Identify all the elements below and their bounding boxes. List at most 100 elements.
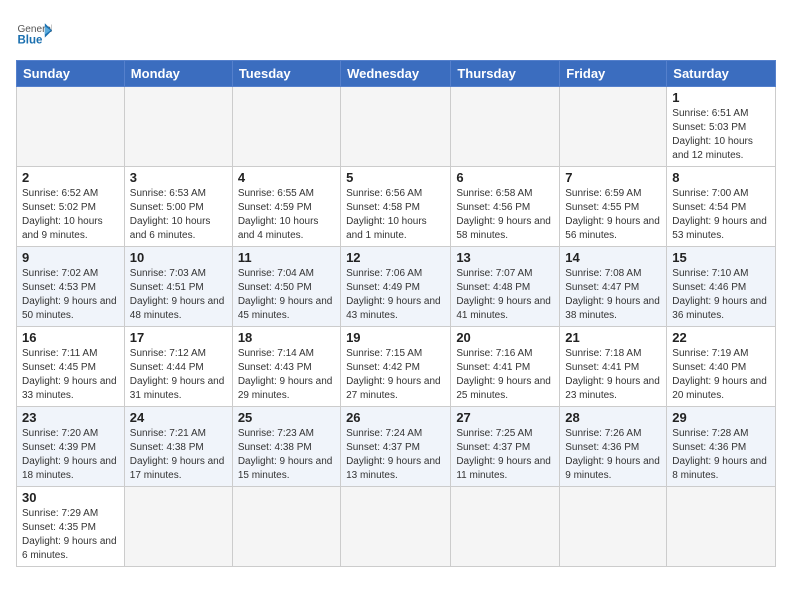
calendar-cell: 27 Sunrise: 7:25 AM Sunset: 4:37 PM Dayli… xyxy=(451,407,560,487)
day-info: Sunrise: 7:10 AM Sunset: 4:46 PM Dayligh… xyxy=(672,267,770,323)
day-info: Sunrise: 6:51 AM Sunset: 5:03 PM Dayligh… xyxy=(672,107,770,163)
calendar-cell xyxy=(124,87,232,167)
calendar-cell: 8Sunrise: 7:00 AM Sunset: 4:54 PM Daylig… xyxy=(667,167,776,247)
day-info: Sunrise: 6:52 AM Sunset: 5:02 PM Dayligh… xyxy=(22,187,119,243)
day-number: 10 xyxy=(130,250,227,265)
col-header-saturday: Saturday xyxy=(667,61,776,87)
day-info: Sunrise: 7:02 AM Sunset: 4:53 PM Dayligh… xyxy=(22,267,119,323)
calendar-cell xyxy=(232,487,340,567)
day-info: Sunrise: 7:12 AM Sunset: 4:44 PM Dayligh… xyxy=(130,347,227,403)
calendar-cell: 7 Sunrise: 6:59 AM Sunset: 4:55 PM Daylig… xyxy=(560,167,667,247)
calendar-cell: 22 Sunrise: 7:19 AM Sunset: 4:40 PM Dayli… xyxy=(667,327,776,407)
calendar-cell: 29 Sunrise: 7:28 AM Sunset: 4:36 PM Dayli… xyxy=(667,407,776,487)
day-info: Sunrise: 6:53 AM Sunset: 5:00 PM Dayligh… xyxy=(130,187,227,243)
calendar-cell xyxy=(451,87,560,167)
day-info: Sunrise: 7:28 AM Sunset: 4:36 PM Dayligh… xyxy=(672,427,770,483)
day-info: Sunrise: 7:07 AM Sunset: 4:48 PM Dayligh… xyxy=(456,267,554,323)
calendar-row-5: 30 Sunrise: 7:29 AM Sunset: 4:35 PM Dayli… xyxy=(17,487,776,567)
day-info: Sunrise: 7:11 AM Sunset: 4:45 PM Dayligh… xyxy=(22,347,119,403)
calendar-cell: 10 Sunrise: 7:03 AM Sunset: 4:51 PM Dayli… xyxy=(124,247,232,327)
day-number: 8 xyxy=(672,170,770,185)
day-info: Sunrise: 7:20 AM Sunset: 4:39 PM Dayligh… xyxy=(22,427,119,483)
calendar-table: SundayMondayTuesdayWednesdayThursdayFrid… xyxy=(16,60,776,567)
day-info: Sunrise: 6:59 AM Sunset: 4:55 PM Dayligh… xyxy=(565,187,661,243)
day-number: 3 xyxy=(130,170,227,185)
day-number: 26 xyxy=(346,410,445,425)
calendar-row-2: 9 Sunrise: 7:02 AM Sunset: 4:53 PM Daylig… xyxy=(17,247,776,327)
day-number: 1 xyxy=(672,90,770,105)
day-info: Sunrise: 7:25 AM Sunset: 4:37 PM Dayligh… xyxy=(456,427,554,483)
day-number: 17 xyxy=(130,330,227,345)
calendar-cell: 21Sunrise: 7:18 AM Sunset: 4:41 PM Dayli… xyxy=(560,327,667,407)
day-info: Sunrise: 7:21 AM Sunset: 4:38 PM Dayligh… xyxy=(130,427,227,483)
calendar-cell: 26 Sunrise: 7:24 AM Sunset: 4:37 PM Dayli… xyxy=(341,407,451,487)
calendar-cell: 3 Sunrise: 6:53 AM Sunset: 5:00 PM Daylig… xyxy=(124,167,232,247)
day-number: 25 xyxy=(238,410,335,425)
logo: General Blue xyxy=(16,16,52,52)
day-info: Sunrise: 7:15 AM Sunset: 4:42 PM Dayligh… xyxy=(346,347,445,403)
calendar-cell: 4 Sunrise: 6:55 AM Sunset: 4:59 PM Daylig… xyxy=(232,167,340,247)
day-info: Sunrise: 7:03 AM Sunset: 4:51 PM Dayligh… xyxy=(130,267,227,323)
day-number: 9 xyxy=(22,250,119,265)
day-number: 16 xyxy=(22,330,119,345)
calendar-cell: 24 Sunrise: 7:21 AM Sunset: 4:38 PM Dayli… xyxy=(124,407,232,487)
logo-icon: General Blue xyxy=(16,16,52,52)
calendar-row-4: 23Sunrise: 7:20 AM Sunset: 4:39 PM Dayli… xyxy=(17,407,776,487)
calendar-cell: 1 Sunrise: 6:51 AM Sunset: 5:03 PM Daylig… xyxy=(667,87,776,167)
day-info: Sunrise: 7:23 AM Sunset: 4:38 PM Dayligh… xyxy=(238,427,335,483)
col-header-wednesday: Wednesday xyxy=(341,61,451,87)
day-info: Sunrise: 7:19 AM Sunset: 4:40 PM Dayligh… xyxy=(672,347,770,403)
calendar-cell: 19 Sunrise: 7:15 AM Sunset: 4:42 PM Dayli… xyxy=(341,327,451,407)
day-info: Sunrise: 7:06 AM Sunset: 4:49 PM Dayligh… xyxy=(346,267,445,323)
calendar-cell: 18Sunrise: 7:14 AM Sunset: 4:43 PM Dayli… xyxy=(232,327,340,407)
calendar-cell xyxy=(667,487,776,567)
day-number: 20 xyxy=(456,330,554,345)
calendar-cell xyxy=(341,487,451,567)
day-info: Sunrise: 7:29 AM Sunset: 4:35 PM Dayligh… xyxy=(22,507,119,563)
day-number: 24 xyxy=(130,410,227,425)
calendar-row-0: 1 Sunrise: 6:51 AM Sunset: 5:03 PM Daylig… xyxy=(17,87,776,167)
day-number: 11 xyxy=(238,250,335,265)
day-number: 29 xyxy=(672,410,770,425)
calendar-cell: 30 Sunrise: 7:29 AM Sunset: 4:35 PM Dayli… xyxy=(17,487,125,567)
calendar-cell: 6 Sunrise: 6:58 AM Sunset: 4:56 PM Daylig… xyxy=(451,167,560,247)
day-number: 14 xyxy=(565,250,661,265)
calendar-cell: 25 Sunrise: 7:23 AM Sunset: 4:38 PM Dayli… xyxy=(232,407,340,487)
day-info: Sunrise: 7:26 AM Sunset: 4:36 PM Dayligh… xyxy=(565,427,661,483)
calendar-cell: 11Sunrise: 7:04 AM Sunset: 4:50 PM Dayli… xyxy=(232,247,340,327)
calendar-cell: 14 Sunrise: 7:08 AM Sunset: 4:47 PM Dayli… xyxy=(560,247,667,327)
calendar-cell: 15 Sunrise: 7:10 AM Sunset: 4:46 PM Dayli… xyxy=(667,247,776,327)
calendar-cell xyxy=(451,487,560,567)
day-number: 4 xyxy=(238,170,335,185)
calendar-cell: 20 Sunrise: 7:16 AM Sunset: 4:41 PM Dayli… xyxy=(451,327,560,407)
day-info: Sunrise: 6:55 AM Sunset: 4:59 PM Dayligh… xyxy=(238,187,335,243)
day-info: Sunrise: 7:16 AM Sunset: 4:41 PM Dayligh… xyxy=(456,347,554,403)
day-info: Sunrise: 7:24 AM Sunset: 4:37 PM Dayligh… xyxy=(346,427,445,483)
day-number: 12 xyxy=(346,250,445,265)
day-info: Sunrise: 7:14 AM Sunset: 4:43 PM Dayligh… xyxy=(238,347,335,403)
calendar-row-1: 2 Sunrise: 6:52 AM Sunset: 5:02 PM Daylig… xyxy=(17,167,776,247)
calendar-cell: 28Sunrise: 7:26 AM Sunset: 4:36 PM Dayli… xyxy=(560,407,667,487)
calendar-cell: 23Sunrise: 7:20 AM Sunset: 4:39 PM Dayli… xyxy=(17,407,125,487)
calendar-cell: 2 Sunrise: 6:52 AM Sunset: 5:02 PM Daylig… xyxy=(17,167,125,247)
calendar-cell xyxy=(232,87,340,167)
col-header-monday: Monday xyxy=(124,61,232,87)
calendar-cell: 16 Sunrise: 7:11 AM Sunset: 4:45 PM Dayli… xyxy=(17,327,125,407)
day-info: Sunrise: 6:58 AM Sunset: 4:56 PM Dayligh… xyxy=(456,187,554,243)
day-number: 30 xyxy=(22,490,119,505)
calendar-cell xyxy=(124,487,232,567)
day-number: 22 xyxy=(672,330,770,345)
day-number: 15 xyxy=(672,250,770,265)
day-number: 2 xyxy=(22,170,119,185)
day-number: 27 xyxy=(456,410,554,425)
calendar-cell xyxy=(560,87,667,167)
col-header-friday: Friday xyxy=(560,61,667,87)
day-number: 7 xyxy=(565,170,661,185)
calendar-cell: 12 Sunrise: 7:06 AM Sunset: 4:49 PM Dayli… xyxy=(341,247,451,327)
calendar-cell xyxy=(341,87,451,167)
day-number: 19 xyxy=(346,330,445,345)
day-number: 6 xyxy=(456,170,554,185)
calendar-cell: 9 Sunrise: 7:02 AM Sunset: 4:53 PM Daylig… xyxy=(17,247,125,327)
day-info: Sunrise: 7:08 AM Sunset: 4:47 PM Dayligh… xyxy=(565,267,661,323)
page-header: General Blue xyxy=(16,16,776,52)
